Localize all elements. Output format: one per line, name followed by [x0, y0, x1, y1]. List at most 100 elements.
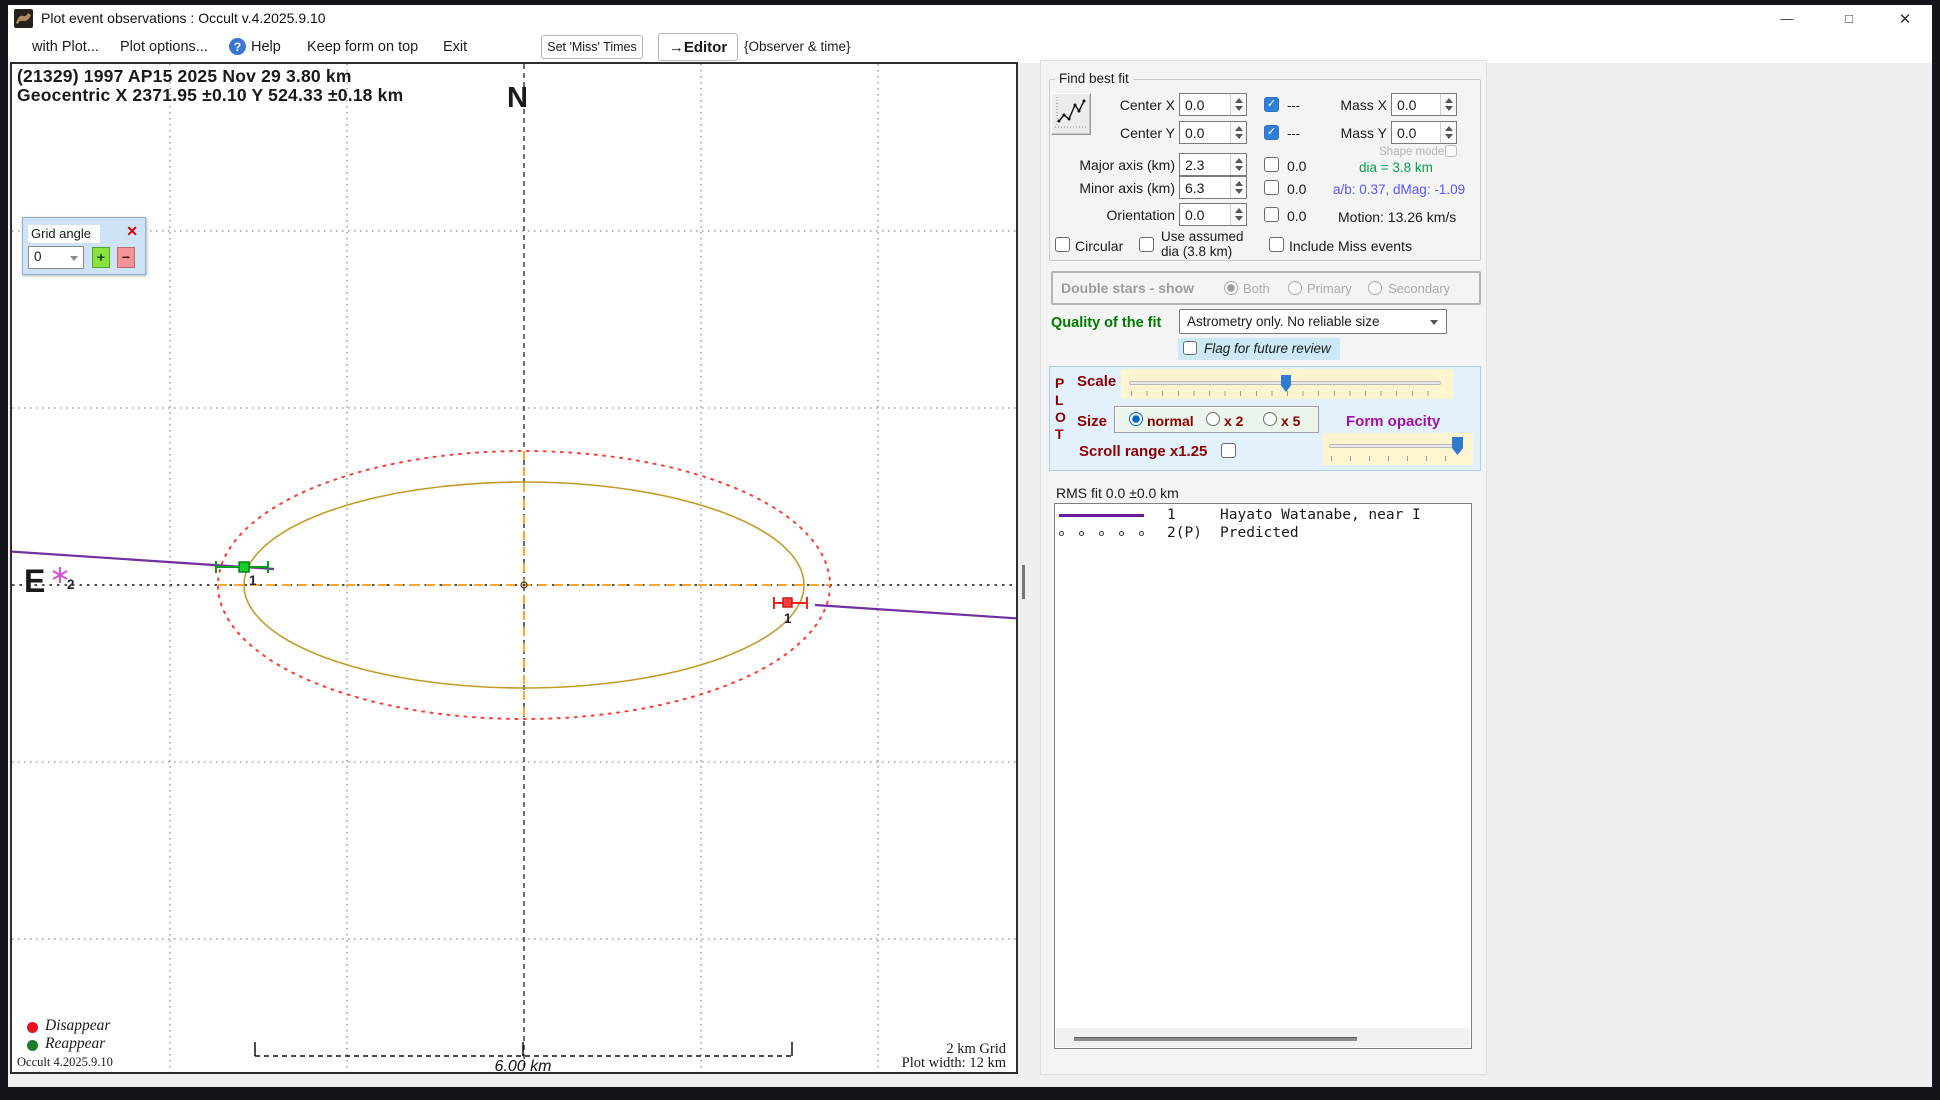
grid-angle-close-icon[interactable]: ✕ [126, 223, 138, 240]
menu-with-plot[interactable]: with Plot... [32, 39, 99, 55]
close-icon[interactable]: ✕ [1888, 5, 1922, 32]
form-opacity-track [1329, 444, 1463, 448]
reappear-marker[interactable] [215, 561, 269, 573]
predicted-swatch-dot [1099, 531, 1104, 536]
help-icon[interactable]: ? [229, 38, 246, 55]
window-title: Plot event observations : Occult v.4.202… [41, 10, 326, 26]
plot-width-label: Plot width: 12 km [901, 1055, 1006, 1071]
form-opacity-thumb[interactable] [1452, 437, 1463, 455]
ellipse-center-dot [522, 583, 526, 587]
minor-axis-value: 6.3 [1185, 180, 1205, 196]
minor-axis-input[interactable]: 6.3 [1179, 176, 1247, 199]
orientation-checkbox[interactable] [1264, 207, 1279, 222]
splitter-handle[interactable] [1022, 565, 1025, 599]
form-opacity-slider[interactable] [1323, 433, 1473, 465]
predicted-swatch-dot [1059, 531, 1064, 536]
ab-dmag-label: a/b: 0.37, dMag: -1.09 [1333, 182, 1466, 197]
orientation-input[interactable]: 0.0 [1179, 203, 1247, 226]
plot-letter-o: O [1055, 409, 1066, 425]
double-primary-radio[interactable] [1288, 281, 1302, 295]
center-x-checkbox[interactable]: ✓ [1264, 97, 1279, 112]
menu-keep-on-top[interactable]: Keep form on top [307, 39, 418, 55]
spinner-icon[interactable] [1230, 204, 1246, 225]
minor-axis-fit: 0.0 [1287, 181, 1307, 197]
scale-slider[interactable] [1121, 369, 1453, 399]
quality-value: Astrometry only. No reliable size [1187, 314, 1380, 329]
include-miss-checkbox[interactable] [1269, 237, 1284, 252]
mass-x-input[interactable]: 0.0 [1391, 93, 1457, 116]
observers-list[interactable]: 1 Hayato Watanabe, near I 2(P) Predicted [1054, 503, 1472, 1049]
grid-angle-plus-button[interactable]: + [92, 247, 110, 268]
spinner-icon[interactable] [1230, 122, 1246, 143]
center-y-checkbox[interactable]: ✓ [1264, 125, 1279, 140]
fit-graph-button[interactable] [1051, 93, 1091, 135]
plot-letter-t: T [1055, 426, 1064, 442]
grid-angle-value: 0 [34, 249, 42, 264]
size-x5-label: x 5 [1281, 413, 1301, 429]
predicted-marker-icon [52, 567, 68, 583]
plot-area[interactable]: 1 1 2 6.00 km (21329) 1997 AP15 2025 Nov… [10, 62, 1018, 1074]
scroll-range-checkbox[interactable] [1221, 443, 1236, 458]
center-x-value: 0.0 [1185, 97, 1205, 113]
observer-time-label[interactable]: {Observer & time} [744, 39, 851, 54]
spinner-icon[interactable] [1230, 154, 1246, 175]
quality-label: Quality of the fit [1051, 315, 1162, 331]
grid-angle-minus-button[interactable]: − [117, 247, 135, 268]
mass-y-value: 0.0 [1397, 125, 1417, 141]
center-x-input[interactable]: 0.0 [1179, 93, 1247, 116]
plot-letter-p: P [1055, 375, 1065, 391]
observer-row-name: Hayato Watanabe, near I [1220, 507, 1421, 523]
north-label: N [507, 82, 528, 114]
flag-review-label: Flag for future review [1204, 341, 1331, 356]
menu-plot-options[interactable]: Plot options... [120, 39, 208, 55]
orientation-value: 0.0 [1185, 207, 1205, 223]
center-y-label: Center Y [1120, 125, 1175, 141]
minimize-icon[interactable]: — [1770, 5, 1804, 32]
circular-checkbox[interactable] [1055, 237, 1070, 252]
chord1-swatch [1059, 514, 1144, 517]
menu-help[interactable]: Help [251, 39, 281, 55]
major-axis-checkbox[interactable] [1264, 157, 1279, 172]
double-both-label: Both [1243, 281, 1270, 296]
use-assumed-checkbox[interactable] [1139, 237, 1154, 252]
minor-axis-checkbox[interactable] [1264, 180, 1279, 195]
circular-label: Circular [1075, 238, 1124, 254]
size-x2-radio[interactable] [1206, 412, 1220, 426]
list-horizontal-scrollbar[interactable] [1056, 1028, 1470, 1047]
spinner-icon[interactable] [1440, 94, 1456, 115]
size-x5-radio[interactable] [1263, 412, 1277, 426]
scale-slider-thumb[interactable] [1281, 375, 1291, 392]
menu-exit[interactable]: Exit [443, 39, 467, 55]
scrollbar-thumb[interactable] [1074, 1037, 1357, 1041]
observer-row-num: 2(P) [1167, 525, 1202, 541]
grid-angle-window[interactable]: Grid angle ✕ 0 + − [22, 217, 146, 275]
size-label: Size [1077, 413, 1108, 430]
shape-model-checkbox[interactable] [1445, 145, 1457, 157]
spinner-icon[interactable] [1440, 122, 1456, 143]
grid-angle-select[interactable]: 0 [28, 246, 84, 269]
center-y-locked: --- [1287, 126, 1300, 141]
major-axis-label: Major axis (km) [1079, 157, 1175, 173]
scroll-range-label: Scroll range x1.25 [1079, 443, 1208, 460]
spinner-icon[interactable] [1230, 177, 1246, 198]
center-y-input[interactable]: 0.0 [1179, 121, 1247, 144]
major-axis-input[interactable]: 2.3 [1179, 153, 1247, 176]
double-secondary-radio[interactable] [1368, 281, 1382, 295]
find-best-fit-title: Find best fit [1055, 71, 1133, 86]
use-assumed-label-1: Use assumed [1161, 229, 1244, 244]
maximize-icon[interactable]: □ [1832, 5, 1866, 32]
size-x2-label: x 2 [1224, 413, 1244, 429]
spinner-icon[interactable] [1230, 94, 1246, 115]
flag-review-checkbox[interactable] [1183, 341, 1197, 355]
plot-canvas: 1 1 2 6.00 km [12, 64, 1016, 1072]
set-miss-times-button[interactable]: Set 'Miss' Times [541, 35, 643, 59]
mass-x-label: Mass X [1340, 97, 1387, 113]
screenshot-root: { "window": { "title": "Plot event obser… [0, 0, 1940, 1100]
center-x-label: Center X [1119, 97, 1175, 113]
quality-dropdown[interactable]: Astrometry only. No reliable size [1179, 309, 1447, 334]
editor-button[interactable]: →Editor [658, 33, 738, 61]
size-normal-radio[interactable] [1129, 412, 1143, 426]
double-both-radio[interactable] [1224, 281, 1238, 295]
disappear-marker-label: 1 [784, 611, 792, 626]
mass-y-input[interactable]: 0.0 [1391, 121, 1457, 144]
